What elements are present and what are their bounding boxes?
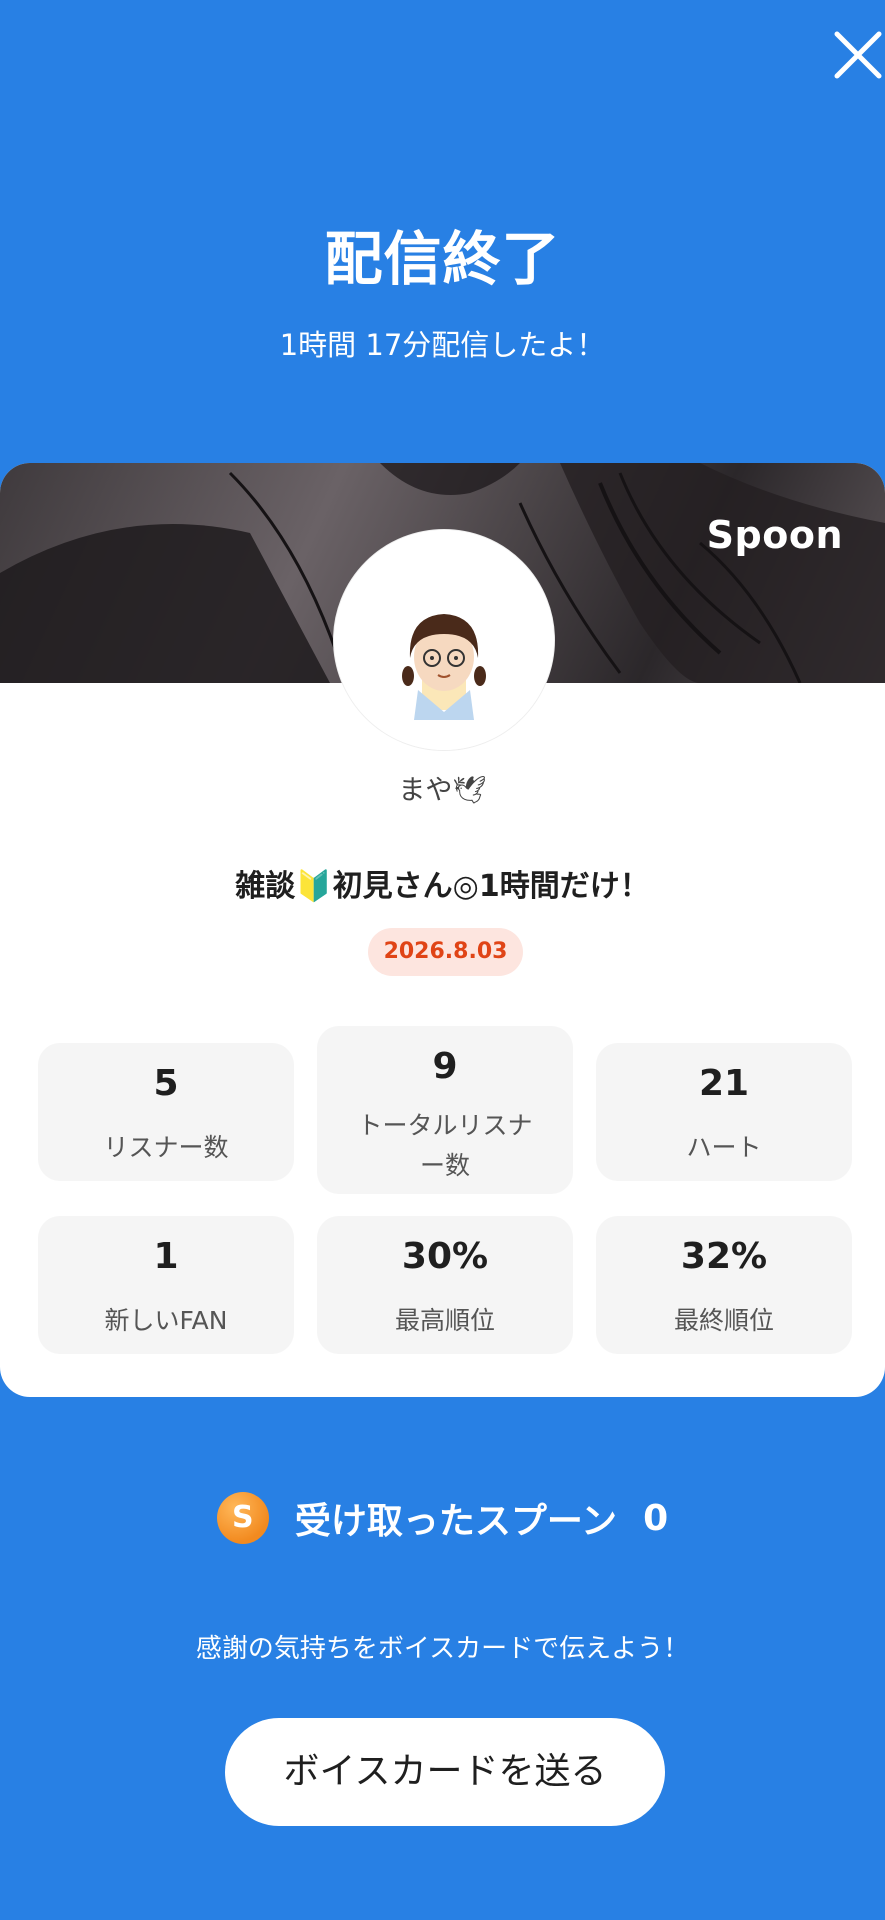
stat-value: 21	[698, 1063, 750, 1104]
live-title: 雑談🔰初見さん◎1時間だけ！	[235, 869, 650, 904]
avatar	[333, 529, 555, 751]
close-icon	[834, 31, 882, 79]
spoons-label: 受け取ったスプーン	[294, 1501, 618, 1542]
stat-value: 32%	[680, 1236, 768, 1277]
spoons-count: 0	[643, 1497, 669, 1539]
stat-label: 最高順位	[394, 1306, 495, 1335]
stat-value: 1	[153, 1236, 179, 1277]
stat-label: リスナー数	[103, 1133, 229, 1162]
stat-value: 30%	[401, 1236, 489, 1277]
stat-label: ハート	[686, 1133, 762, 1162]
spoon-logo: Spoon	[706, 513, 843, 557]
date-badge: 2026.8.03	[368, 928, 523, 976]
broadcast-duration: 1時間 17分配信したよ！	[279, 328, 606, 362]
close-button[interactable]	[825, 22, 885, 82]
summary-card: Spoon まや🕊 雑談🔰初見さん◎1時間だけ！ 2026.8.03 5 リスナ…	[0, 463, 885, 1397]
stat-best-rank: 30% 最高順位	[317, 1216, 573, 1354]
stat-final-rank: 32% 最終順位	[596, 1216, 852, 1354]
received-spoons: S 受け取ったスプーン 0	[0, 1490, 885, 1546]
stat-value: 9	[432, 1046, 458, 1087]
send-voice-card-button[interactable]: ボイスカードを送る	[225, 1718, 665, 1826]
stat-label: トータルリスナー数	[357, 1111, 533, 1180]
username: まや🕊	[398, 775, 487, 806]
stat-label: 新しいFAN	[104, 1306, 228, 1335]
page-title: 配信終了	[324, 225, 561, 293]
thanks-message: 感謝の気持ちをボイスカードで伝えよう！	[195, 1634, 690, 1664]
stat-label: 最終順位	[673, 1306, 774, 1335]
spoon-coin-icon: S	[216, 1492, 269, 1544]
stat-listeners: 5 リスナー数	[38, 1043, 294, 1181]
stat-value: 5	[153, 1063, 179, 1104]
stat-new-fans: 1 新しいFAN	[38, 1216, 294, 1354]
stat-total-listeners: 9 トータルリスナー数	[317, 1026, 573, 1194]
stat-hearts: 21 ハート	[596, 1043, 852, 1181]
